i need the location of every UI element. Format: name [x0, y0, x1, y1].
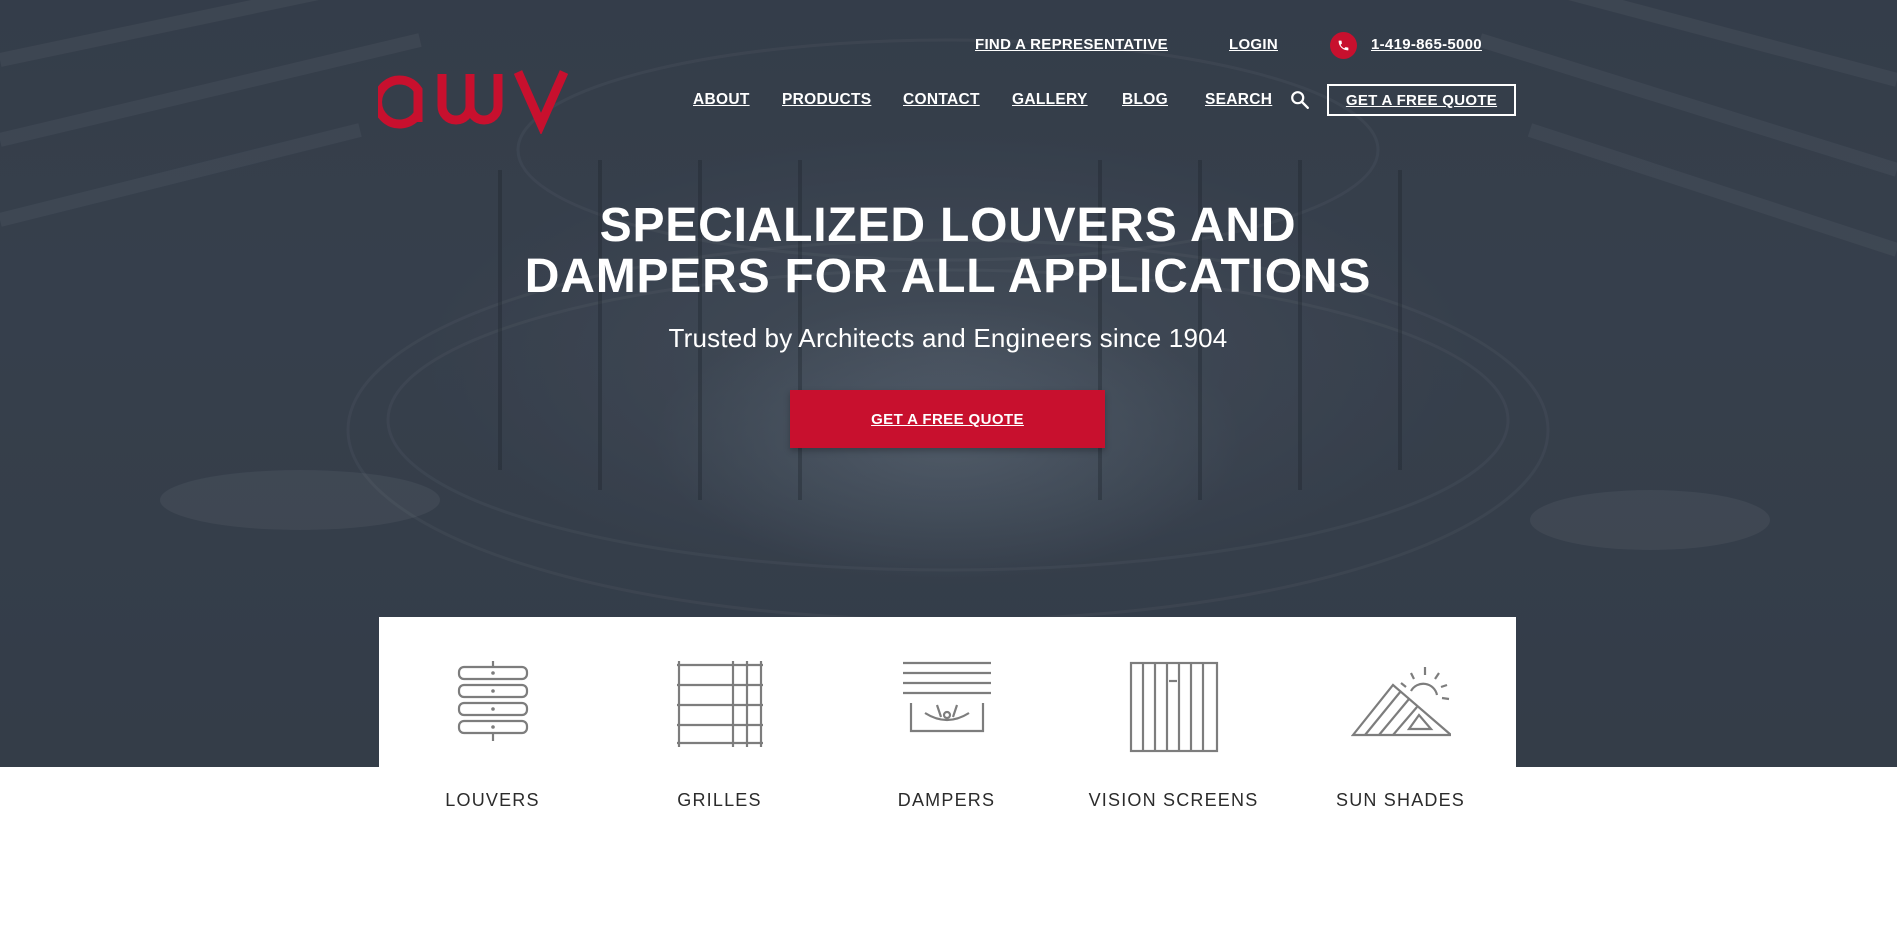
sun-shades-icon [1350, 667, 1451, 737]
product-louvers[interactable]: LOUVERS [379, 617, 606, 817]
hero-title-line2: DAMPERS FOR ALL APPLICATIONS [524, 250, 1372, 303]
header-quote-button[interactable]: GET A FREE QUOTE [1327, 84, 1516, 116]
product-sun-shades[interactable]: SUN SHADES [1287, 617, 1514, 817]
nav-about[interactable]: ABOUT [693, 91, 750, 109]
grilles-icon [676, 661, 763, 747]
vision-screens-icon [1129, 661, 1218, 753]
product-label: VISION SCREENS [1088, 790, 1259, 810]
nav-contact[interactable]: CONTACT [903, 91, 980, 109]
search-icon[interactable] [1289, 89, 1311, 111]
product-label: GRILLES [677, 790, 762, 810]
hero-title-line1: SPECIALIZED LOUVERS AND [599, 199, 1297, 252]
hero-title: SPECIALIZED LOUVERS AND DAMPERS FOR ALL … [348, 200, 1548, 302]
nav-products[interactable]: PRODUCTS [782, 91, 871, 109]
hero-quote-button[interactable]: GET A FREE QUOTE [790, 390, 1105, 448]
nav-search[interactable]: SEARCH [1205, 91, 1272, 109]
find-representative-link[interactable]: FIND A REPRESENTATIVE [975, 36, 1168, 54]
product-category-card: LOUVERS GRILLES DAMPERS VISION SCREENS S… [379, 617, 1516, 817]
product-label: DAMPERS [897, 790, 996, 810]
product-dampers[interactable]: DAMPERS [833, 617, 1060, 817]
phone-number-link[interactable]: 1-419-865-5000 [1371, 36, 1482, 54]
phone-icon [1330, 32, 1357, 59]
nav-gallery[interactable]: GALLERY [1012, 91, 1088, 109]
awv-logo[interactable] [378, 64, 584, 134]
product-label: SUN SHADES [1335, 790, 1466, 810]
nav-blog[interactable]: BLOG [1122, 91, 1168, 109]
hero-subtitle: Trusted by Architects and Engineers sinc… [668, 323, 1228, 353]
product-grilles[interactable]: GRILLES [606, 617, 833, 817]
login-link[interactable]: LOGIN [1229, 36, 1278, 54]
dampers-icon [902, 661, 991, 733]
product-label: LOUVERS [445, 790, 540, 810]
louvers-icon [457, 661, 528, 741]
product-vision-screens[interactable]: VISION SCREENS [1060, 617, 1287, 817]
